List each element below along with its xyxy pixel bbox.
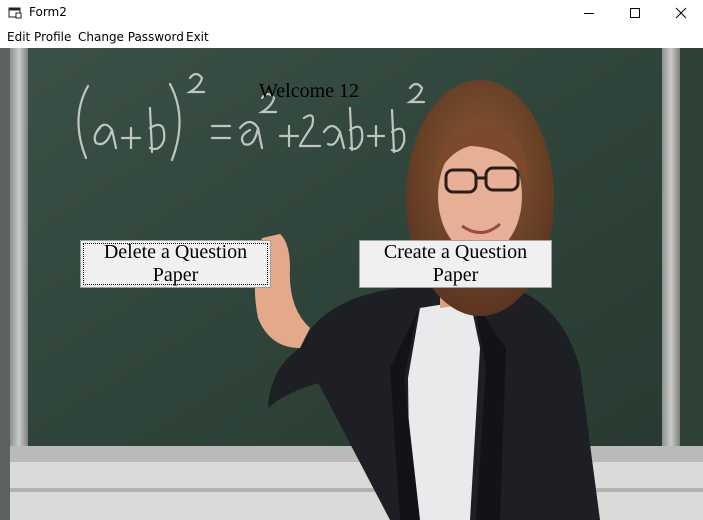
create-question-paper-button[interactable]: Create a Question Paper xyxy=(359,240,552,288)
menu-bar: Edit Profile Change Password Exit xyxy=(0,26,703,48)
maximize-button[interactable] xyxy=(612,0,658,26)
menu-item-exit[interactable]: Exit xyxy=(186,30,209,44)
close-button[interactable] xyxy=(658,0,703,26)
create-button-label: Create a Question Paper xyxy=(383,241,528,286)
minimize-icon xyxy=(584,13,594,14)
delete-button-label: Delete a Question Paper xyxy=(103,241,248,286)
minimize-button[interactable] xyxy=(566,0,612,26)
close-icon xyxy=(675,7,687,19)
welcome-label: Welcome 12 xyxy=(259,80,360,102)
menu-item-change-password[interactable]: Change Password xyxy=(78,30,184,44)
app-icon xyxy=(8,6,22,19)
menu-item-edit-profile[interactable]: Edit Profile xyxy=(7,30,71,44)
title-bar[interactable]: Form2 xyxy=(0,0,703,26)
background-picture: Welcome 12 Delete a Question Paper Creat… xyxy=(0,48,703,520)
delete-question-paper-button[interactable]: Delete a Question Paper xyxy=(80,240,271,288)
maximize-icon xyxy=(630,8,640,18)
window-title: Form2 xyxy=(29,5,67,19)
